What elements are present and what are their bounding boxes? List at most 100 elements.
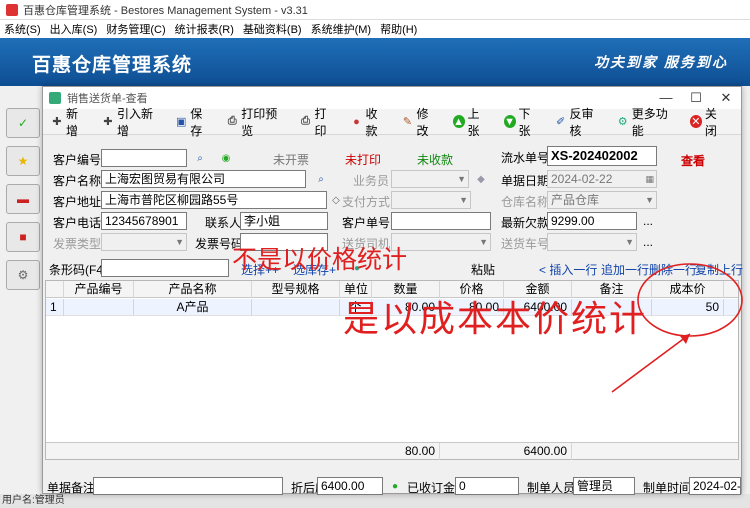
debt-field[interactable]: 9299.00 — [547, 212, 637, 230]
print-status: 未打印 — [345, 153, 382, 167]
grid-header-index — [46, 281, 64, 298]
prev-button[interactable]: ▲ 上张 — [452, 105, 490, 139]
menu-system[interactable]: 系统(S) — [4, 21, 41, 37]
debt-label: 最新欠款 — [501, 216, 550, 230]
remark-label: 单据备注 — [47, 481, 96, 495]
serial-field[interactable]: XS-202402002 — [547, 146, 657, 166]
grid-header-spec[interactable]: 型号规格 — [252, 281, 340, 298]
serial-label: 流水单号 — [501, 151, 550, 165]
side-button-gear[interactable]: ⚙ — [6, 260, 40, 290]
side-button-star[interactable]: ★ — [6, 146, 40, 176]
vehicle-select[interactable]: ▼ — [547, 233, 637, 251]
save-button[interactable]: ▣ 保存 — [175, 105, 212, 139]
chevron-down-icon: ▼ — [645, 195, 654, 205]
customer-phone-field[interactable]: 12345678901 — [101, 212, 187, 230]
customer-addr-label: 客户地址 — [53, 195, 102, 209]
plus-icon: ✚ — [103, 116, 113, 128]
warehouse-select[interactable]: 产品仓库 ▼ — [547, 191, 657, 209]
banner-title: 百惠仓库管理系统 — [32, 55, 193, 76]
menu-basic-data[interactable]: 基础资料(B) — [243, 21, 302, 37]
chevron-down-icon: ▼ — [479, 237, 488, 247]
chevron-down-icon: ▼ — [625, 237, 634, 247]
app-title: 百惠仓库管理系统 - Bestores Management System - … — [23, 4, 308, 17]
contact-field[interactable]: 李小姐 — [240, 212, 328, 230]
remark-field[interactable] — [93, 477, 283, 495]
side-button-book[interactable]: ■ — [6, 222, 40, 252]
toolbar: ✚ 新增 ✚ 引入新增 ▣ 保存 ⎙ 打印预览 ⎙ 打印 ● 收款 ✎ 修改 ▲ 上张 ▼ 下张 … — [43, 107, 741, 138]
delete-row-button[interactable]: 删除一行 — [649, 261, 697, 278]
print-button[interactable]: ⎙ 打印 — [300, 105, 337, 139]
barcode-input[interactable] — [101, 259, 229, 277]
chevron-down-icon: ▼ — [457, 174, 466, 184]
side-button-ok[interactable]: ✓ — [6, 108, 40, 138]
menu-maintenance[interactable]: 系统维护(M) — [311, 21, 372, 37]
menu-reports[interactable]: 统计报表(R) — [175, 21, 234, 37]
pen-icon: ✐ — [555, 116, 566, 128]
search-icon[interactable]: ⌕ — [194, 152, 206, 164]
footer-qty: 80.00 — [372, 443, 440, 460]
row-cost[interactable]: 50 — [652, 299, 724, 316]
date-field[interactable]: 2024-02-22 ▦ — [547, 170, 657, 188]
customer-no-label: 客户编号 — [53, 153, 102, 167]
customer-order-label: 客户单号 — [342, 216, 391, 230]
eraser-icon[interactable]: ◆ — [475, 173, 487, 185]
invoice-type-select[interactable]: ▼ — [101, 233, 187, 251]
annotation-is-cost: 是以成本本价统计 — [343, 299, 648, 340]
append-row-button[interactable]: 追加一行 — [601, 261, 649, 278]
truck-icon: ▬ — [17, 192, 29, 206]
menu-finance[interactable]: 财务管理(C) — [106, 21, 165, 37]
customer-order-field[interactable] — [391, 212, 491, 230]
import-new-button[interactable]: ✚ 引入新增 — [102, 105, 161, 139]
grid-header-cost[interactable]: 成本价 — [652, 281, 724, 298]
collect-button[interactable]: ● 收款 — [351, 105, 388, 139]
edit-icon: ✎ — [402, 116, 413, 128]
new-button[interactable]: ✚ 新增 — [51, 105, 88, 139]
row-code[interactable] — [64, 299, 134, 316]
grid-header-code[interactable]: 产品编号 — [64, 281, 134, 298]
collected-field[interactable]: 0 — [455, 477, 519, 495]
gear-icon: ⚙ — [617, 116, 628, 128]
collected-label: 已收订金 — [407, 481, 456, 495]
time-field[interactable]: 2024-02-2 — [689, 477, 741, 495]
annotation-not-price: 不是以价格统计 — [232, 245, 408, 274]
next-button[interactable]: ▼ 下张 — [503, 105, 541, 139]
customer-addr-field[interactable]: 上海市普陀区柳园路55号 — [101, 191, 327, 209]
banner-slogan: 功夫到家 服务到心 — [594, 54, 728, 70]
close-button[interactable]: ✕ 关闭 — [689, 105, 727, 139]
customer-no-field[interactable] — [101, 149, 187, 167]
warehouse-label: 仓库名称 — [501, 195, 550, 209]
unaudit-button[interactable]: ✐ 反审核 — [555, 105, 603, 139]
app-menu-bar: 系统(S) 出入库(S) 财务管理(C) 统计报表(R) 基础资料(B) 系统维… — [0, 20, 750, 38]
customer-phone-label: 客户电话 — [53, 216, 102, 230]
floppy-icon: ▣ — [176, 116, 187, 128]
menu-help[interactable]: 帮助(H) — [380, 21, 417, 37]
maker-field[interactable]: 管理员 — [573, 477, 635, 495]
grid-header-name[interactable]: 产品名称 — [134, 281, 252, 298]
copy-prev-row-button[interactable]: 复制上行 — [695, 261, 743, 278]
vehicle-more-button[interactable]: ... — [643, 235, 653, 249]
app-banner: 百惠仓库管理系统 功夫到家 服务到心 — [0, 38, 750, 86]
time-label: 制单时间 — [643, 481, 692, 495]
debt-more-button[interactable]: ... — [643, 214, 653, 228]
receivable-field[interactable]: 6400.00 — [317, 477, 383, 495]
star-icon: ★ — [17, 154, 29, 168]
insert-row-button[interactable]: < 插入一行 — [539, 261, 597, 278]
menu-stock-io[interactable]: 出入库(S) — [50, 21, 98, 37]
date-label: 单据日期 — [501, 174, 550, 188]
salesman-select[interactable]: ▼ — [391, 170, 469, 188]
more-button[interactable]: ⚙ 更多功能 — [617, 105, 676, 139]
print-preview-button[interactable]: ⎙ 打印预览 — [226, 105, 285, 139]
refresh-icon[interactable]: ◉ — [220, 152, 232, 164]
modify-button[interactable]: ✎ 修改 — [402, 105, 439, 139]
search-icon[interactable]: ⌕ — [315, 173, 327, 185]
side-button-truck[interactable]: ▬ — [6, 184, 40, 214]
pay-method-select[interactable]: ▼ — [391, 191, 471, 209]
paste-button[interactable]: 粘贴 — [471, 261, 495, 278]
row-spec[interactable] — [252, 299, 340, 316]
customer-name-field[interactable]: 上海宏图贸易有限公司 — [101, 170, 306, 188]
gear-icon: ⚙ — [17, 268, 29, 282]
row-name[interactable]: A产品 — [134, 299, 252, 316]
app-logo-icon — [6, 3, 18, 16]
printer-icon: ⎙ — [301, 115, 310, 127]
arrow-down-icon: ▼ — [503, 115, 516, 128]
